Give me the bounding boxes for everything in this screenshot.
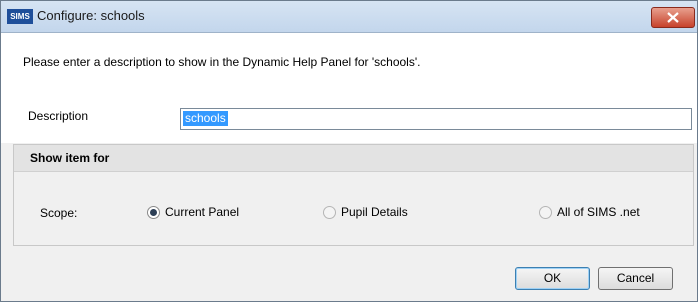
cancel-button[interactable]: Cancel	[598, 267, 673, 290]
scope-label: Scope:	[40, 206, 78, 220]
radio-label: Pupil Details	[341, 205, 408, 219]
radio-all-of-sims[interactable]: All of SIMS .net	[539, 205, 640, 219]
show-item-for-group: Show item for	[13, 144, 694, 246]
description-input[interactable]: schools	[180, 108, 692, 130]
radio-button[interactable]	[539, 205, 552, 219]
group-header: Show item for	[14, 145, 693, 172]
description-input-value: schools	[183, 111, 228, 126]
radio-button[interactable]	[323, 205, 336, 219]
radio-pupil-details[interactable]: Pupil Details	[323, 205, 408, 219]
radio-label: All of SIMS .net	[557, 205, 640, 219]
close-button[interactable]	[651, 7, 695, 28]
window-title: Configure: schools	[37, 8, 145, 23]
radio-button-selected[interactable]	[147, 205, 160, 219]
radio-label: Current Panel	[165, 205, 240, 219]
sims-app-icon: SIMS	[7, 9, 33, 24]
configure-dialog: SIMS Configure: schools Please enter a d…	[0, 0, 698, 302]
group-title: Show item for	[30, 151, 110, 165]
ok-button[interactable]: OK	[515, 267, 590, 290]
description-label: Description	[28, 109, 89, 123]
title-bar: SIMS Configure: schools	[1, 1, 697, 33]
close-icon	[667, 12, 679, 23]
radio-current-panel[interactable]: Current Panel	[147, 205, 239, 219]
instructions-text: Please enter a description to show in th…	[23, 55, 421, 69]
